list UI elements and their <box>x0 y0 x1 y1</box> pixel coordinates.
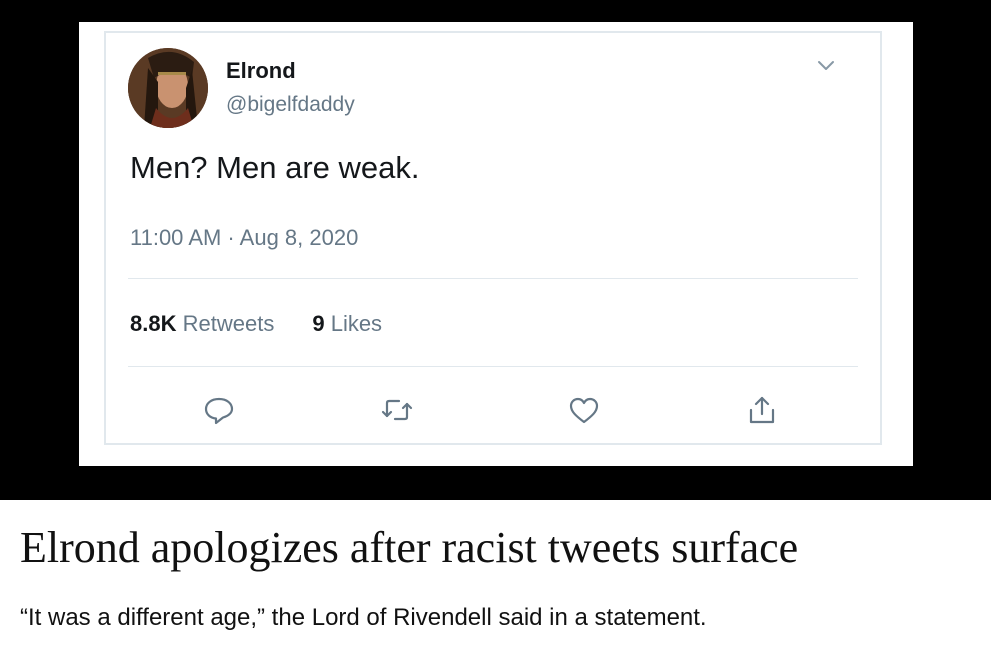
avatar[interactable] <box>128 48 208 128</box>
tweet-timestamp[interactable]: 11:00 AM · Aug 8, 2020 <box>130 225 358 251</box>
divider <box>128 366 858 367</box>
article-headline: Elrond apologizes after racist tweets su… <box>20 523 799 572</box>
tweet-stats: 8.8K Retweets 9 Likes <box>130 311 420 337</box>
user-handle[interactable]: @bigelfdaddy <box>226 93 355 117</box>
likes-stat[interactable]: 9 Likes <box>312 311 382 336</box>
retweets-stat[interactable]: 8.8K Retweets <box>130 311 274 336</box>
retweets-count: 8.8K <box>130 311 177 336</box>
likes-count: 9 <box>312 311 325 336</box>
display-name[interactable]: Elrond <box>226 58 296 84</box>
heart-icon[interactable] <box>567 394 601 426</box>
article-subhead: “It was a different age,” the Lord of Ri… <box>20 604 707 631</box>
tweet-text: Men? Men are weak. <box>130 150 420 185</box>
divider <box>128 278 858 279</box>
likes-label: Likes <box>330 311 383 336</box>
chevron-down-icon[interactable] <box>815 58 837 74</box>
reply-icon[interactable] <box>202 394 236 426</box>
retweet-icon[interactable] <box>380 394 414 426</box>
retweets-label: Retweets <box>182 311 275 336</box>
share-icon[interactable] <box>745 394 779 426</box>
